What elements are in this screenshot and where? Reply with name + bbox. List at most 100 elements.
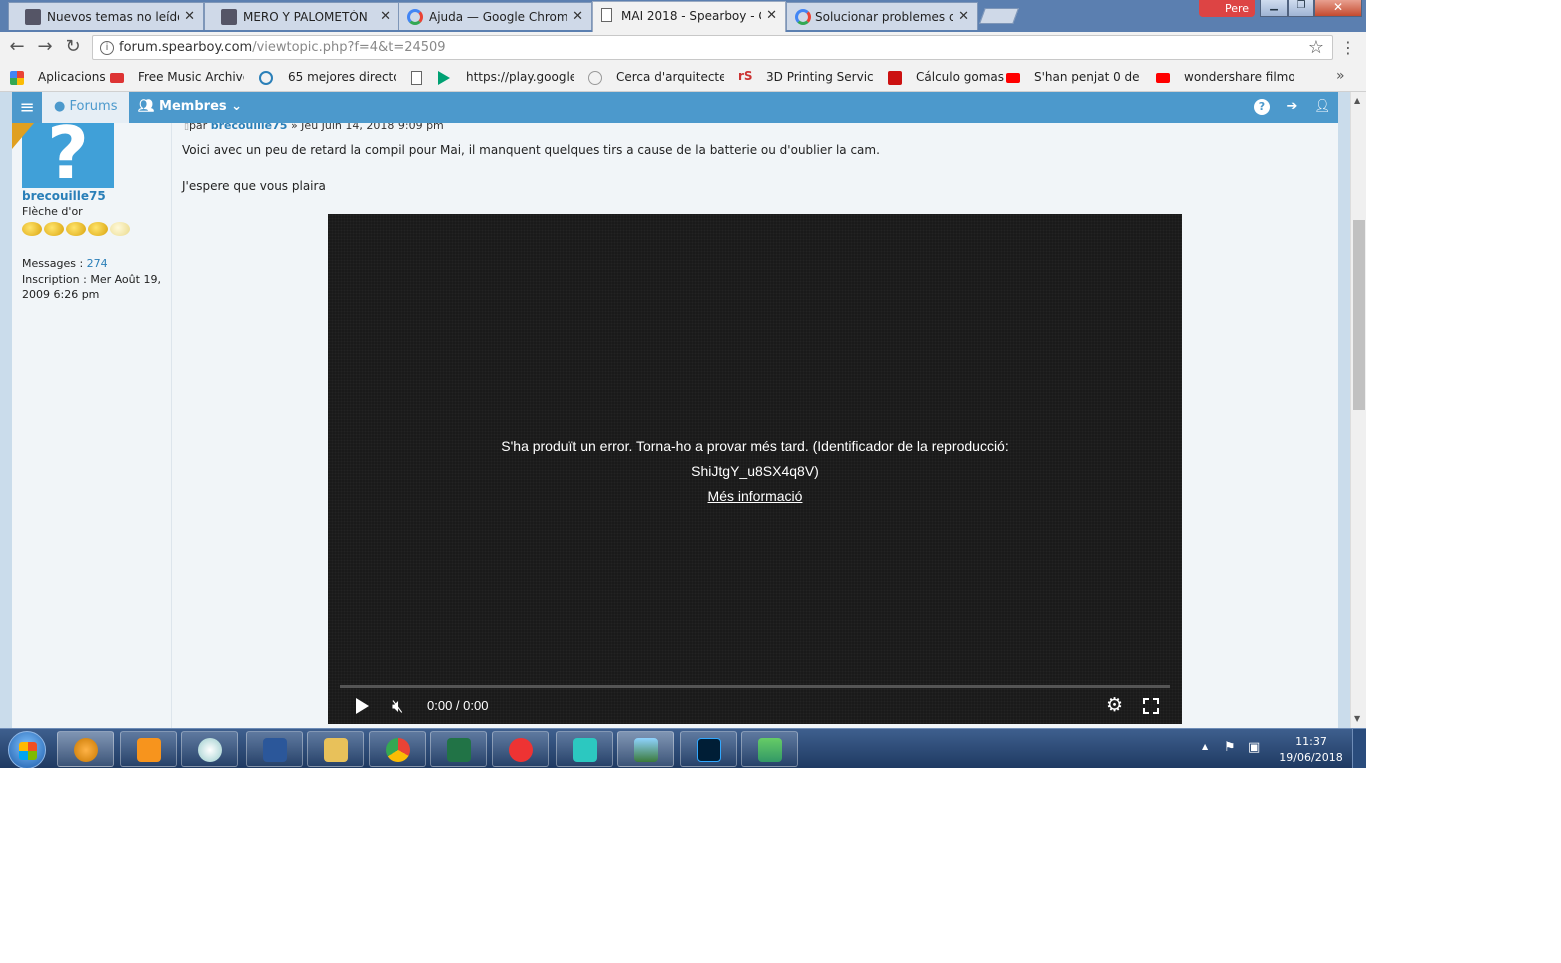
bookmark-free-music-archive[interactable]: Free Music Archive:	[138, 70, 244, 84]
bookmark-3d-printing[interactable]: 3D Printing Service F	[766, 70, 874, 84]
taskbar-app-photo-viewer[interactable]	[617, 731, 674, 767]
photoshop-icon	[697, 738, 721, 762]
tab-solucionar-problemes[interactable]: Solucionar problemes de ✕	[786, 2, 978, 30]
arrow-right-icon: →	[37, 36, 53, 57]
forward-button[interactable]: →	[35, 37, 55, 57]
media-player-icon	[137, 738, 161, 762]
video-progress-bar[interactable]	[340, 685, 1170, 688]
tab-label: MERO Y PALOMETÓN	[243, 10, 368, 24]
forum-post: ? brecouille75 Flèche d'or Messages : 27…	[12, 119, 1338, 728]
fullscreen-icon[interactable]	[1143, 698, 1159, 714]
profile-username[interactable]: brecouille75	[22, 189, 106, 203]
taskbar-app-photoshop[interactable]	[680, 731, 737, 767]
bookmark-play-google[interactable]: https://play.google.c	[466, 70, 574, 84]
bookmark-wondershare[interactable]: wondershare filmora	[1184, 70, 1294, 84]
taskbar-app-explorer[interactable]	[307, 731, 364, 767]
page-icon	[411, 71, 422, 85]
taskbar-app-paint[interactable]	[181, 731, 238, 767]
hamburger-menu-icon[interactable]: ≡	[12, 92, 42, 123]
tray-expand-icon[interactable]: ▲	[1202, 742, 1208, 751]
close-icon: ✕	[1332, 0, 1344, 14]
taskbar-app-messenger[interactable]	[57, 731, 114, 767]
tab-strip: Nuevos temas no leídos ✕ MERO Y PALOMETÓ…	[0, 0, 1366, 32]
nav-forums[interactable]: ● Forums	[42, 92, 129, 123]
rank-star-icon	[44, 222, 64, 236]
action-center-flag-icon[interactable]: ⚑	[1224, 740, 1236, 755]
taskbar-app-pdf[interactable]	[492, 731, 549, 767]
minimize-button[interactable]: ▁	[1260, 0, 1288, 17]
jpg-icon	[573, 738, 597, 762]
url-path: /viewtopic.php?f=4&t=24509	[252, 40, 446, 55]
bookmarks-overflow-chevron-icon[interactable]: »	[1336, 68, 1345, 84]
star-icon[interactable]: ☆	[1308, 37, 1324, 58]
scrollbar[interactable]: ▲ ▼	[1350, 92, 1366, 728]
maximize-button[interactable]: ❐	[1288, 0, 1314, 17]
bookmark-aplicacions[interactable]: Aplicacions	[38, 70, 106, 84]
taskbar-app-jpg[interactable]	[556, 731, 613, 767]
nav-membres[interactable]: 👥︎ Membres ⌄	[138, 92, 242, 123]
register-icon[interactable]: 👤︎	[1314, 99, 1331, 115]
tab-label: MAI 2018 - Spearboy - C	[621, 9, 761, 23]
taskbar-app-word[interactable]	[246, 731, 303, 767]
rank-stars	[22, 221, 132, 241]
youtube-embed[interactable]: S'ha produït un error. Torna-ho a provar…	[328, 214, 1182, 724]
youtube-icon	[1156, 73, 1170, 83]
bookmark-calculo-gomas[interactable]: Cálculo gomas	[916, 70, 1004, 84]
close-icon[interactable]: ✕	[184, 9, 195, 24]
bookmark-shan-penjat[interactable]: S'han penjat 0 de: 1	[1034, 70, 1140, 84]
profile-button[interactable]: Pere	[1199, 0, 1255, 17]
tab-mero-palometon[interactable]: MERO Y PALOMETÓN ✕	[204, 2, 400, 30]
window-close-button[interactable]: ✕	[1314, 0, 1362, 17]
tab-ajuda-chrome[interactable]: Ajuda — Google Chrome ✕	[398, 2, 592, 30]
network-icon[interactable]: ▣	[1248, 740, 1260, 755]
youtube-icon	[1006, 73, 1020, 83]
rank-star-icon	[110, 222, 130, 236]
close-icon[interactable]: ✕	[380, 9, 391, 24]
show-desktop-button[interactable]	[1352, 729, 1366, 768]
fma-icon	[110, 73, 124, 83]
forum-favicon-icon	[25, 9, 41, 25]
system-clock[interactable]: 11:37 19/06/2018	[1278, 734, 1344, 766]
login-icon[interactable]: ➔	[1284, 99, 1300, 115]
close-icon[interactable]: ✕	[572, 9, 583, 24]
taskbar-app-chrome[interactable]	[369, 731, 426, 767]
restore-icon: ❐	[1296, 0, 1306, 11]
taskbar-app-recycle[interactable]	[741, 731, 798, 767]
video-time: 0:00 / 0:00	[427, 698, 489, 713]
play-icon[interactable]	[356, 698, 369, 714]
excel-icon	[447, 738, 471, 762]
kebab-menu-icon[interactable]: ⋮	[1340, 38, 1356, 57]
back-button[interactable]: ←	[7, 37, 27, 57]
help-icon[interactable]: ?	[1254, 99, 1270, 115]
clock-time: 11:37	[1295, 735, 1327, 748]
close-icon[interactable]: ✕	[958, 9, 969, 24]
start-button[interactable]	[8, 731, 46, 768]
tab-nuevos-temas[interactable]: Nuevos temas no leídos ✕	[8, 2, 204, 30]
rank-star-icon	[22, 222, 42, 236]
avatar[interactable]: ?	[22, 123, 114, 188]
gear-icon[interactable]: ⚙	[1106, 694, 1123, 716]
scroll-down-arrow-icon[interactable]: ▼	[1354, 714, 1360, 723]
rs-logo-icon: rS	[738, 69, 753, 83]
tab-label: Solucionar problemes de	[815, 10, 953, 24]
muted-speaker-icon[interactable]: 🔇︎	[392, 696, 403, 717]
bookmark-cerca-arquitectes[interactable]: Cerca d'arquitectes |	[616, 70, 724, 84]
close-icon[interactable]: ✕	[766, 8, 777, 23]
address-bar[interactable]: i forum.spearboy.com/viewtopic.php?f=4&t…	[92, 35, 1333, 60]
tab-mai-2018[interactable]: MAI 2018 - Spearboy - C ✕	[592, 1, 786, 32]
scroll-up-arrow-icon[interactable]: ▲	[1354, 96, 1360, 105]
taskbar-app-excel[interactable]	[430, 731, 487, 767]
taskbar-app-media-player[interactable]	[120, 731, 177, 767]
forum-navbar: ≡ ● Forums 👥︎ Membres ⌄ ? ➔ 👤︎	[12, 92, 1338, 123]
scrollbar-thumb[interactable]	[1353, 220, 1365, 410]
taskbar: ▲ ⚑ ▣ 11:37 19/06/2018	[0, 728, 1366, 768]
apps-grid-icon	[10, 71, 24, 85]
more-info-link[interactable]: Més informació	[708, 488, 803, 504]
forum-favicon-icon	[221, 9, 237, 25]
info-icon[interactable]: i	[100, 41, 114, 55]
at-icon	[259, 71, 273, 85]
bookmark-65-mejores[interactable]: 65 mejores directori	[288, 70, 396, 84]
reload-button[interactable]: ↻	[63, 37, 83, 57]
new-tab-button[interactable]	[979, 8, 1019, 24]
messages-count[interactable]: 274	[87, 257, 108, 270]
